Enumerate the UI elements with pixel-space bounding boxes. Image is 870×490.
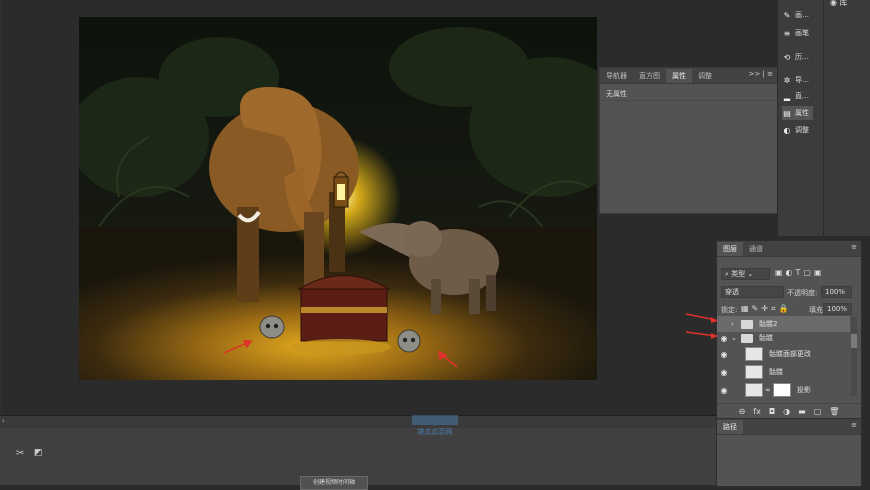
layer-row-skull-group[interactable]: ◉ ⌄ 骷髅: [717, 330, 850, 346]
panel-menu-icon[interactable]: ≡: [851, 421, 857, 429]
left-edge: [0, 0, 2, 415]
lock-icons[interactable]: ▦✎✛⌗🔒: [741, 304, 791, 314]
tab-paths[interactable]: 路径: [717, 420, 743, 434]
tab-histogram[interactable]: 直方图: [633, 69, 666, 83]
opacity-label: 不透明度:: [787, 289, 818, 297]
layers-footer: ⊖ fx ◘ ◑ ▬ ▢ 🗑: [717, 403, 861, 419]
libraries-label: 库: [839, 0, 848, 7]
filter-icons[interactable]: ▣◐T▢▣: [775, 268, 825, 277]
layer-name: 投影: [796, 386, 811, 394]
dock-item-properties[interactable]: ▤ 属性: [782, 106, 813, 120]
layer-row-shadow[interactable]: ◉ ∞ 投影: [717, 382, 850, 398]
layers-tabbar: 图层 通道 ≡: [717, 241, 861, 257]
watermark: 铁瓜瓜百网: [408, 413, 462, 439]
brush-settings-icon: ≡: [783, 28, 791, 38]
timeline-header: ›: [0, 415, 716, 428]
tab-channels[interactable]: 通道: [743, 242, 769, 256]
link-icon: ∞: [765, 386, 771, 394]
transition-icon[interactable]: ◩: [34, 448, 43, 458]
tab-properties[interactable]: 属性: [666, 69, 692, 83]
paths-panel: 路径 ≡: [716, 418, 862, 487]
watermark-text: 铁瓜瓜百网: [417, 428, 453, 436]
dock-item-history[interactable]: ⟲ 历…: [782, 50, 809, 64]
blend-mode-value: 穿透: [725, 288, 739, 296]
layer-filter-value: 类型: [731, 270, 746, 278]
layer-annotation-arrows: [685, 313, 718, 339]
layer-mask-thumbnail: [772, 383, 791, 397]
paths-tabbar: 路径 ≡: [717, 419, 861, 435]
panel-menu-icon[interactable]: ≡: [851, 243, 857, 251]
dock-item-label: 画笔: [795, 29, 809, 37]
layer-name: 骷髅面部更改: [769, 350, 811, 358]
no-properties-label: 无属性: [606, 90, 627, 98]
histogram-icon: ▂: [783, 91, 791, 101]
lantern: [333, 171, 349, 208]
layers-scrollbar[interactable]: [851, 316, 857, 396]
dock-item-label: 调整: [795, 126, 809, 134]
dock-item-brush[interactable]: ✎ 画…: [782, 8, 809, 22]
brush-icon: ✎: [783, 10, 791, 20]
properties-content: [601, 100, 776, 211]
layer-row-skull-face[interactable]: ◉ 骷髅面部更改: [717, 346, 850, 362]
dock-item-histogram[interactable]: ▂ 直…: [782, 89, 809, 103]
eye-icon[interactable]: ◉: [717, 386, 731, 395]
dock-item-navigator[interactable]: ✲ 导…: [782, 73, 809, 87]
create-video-timeline-button[interactable]: 创建视频时间轴: [300, 476, 368, 490]
navigator-icon: ✲: [783, 75, 791, 85]
timeline-menu-icon[interactable]: ›: [2, 417, 5, 425]
layers-panel: 图层 通道 ≡ ⌕ 类型 ⌄ ▣◐T▢▣ 穿透 不透明度: 100% 锁定: ▦…: [716, 240, 862, 420]
new-layer-icon[interactable]: ▢: [814, 407, 822, 416]
expand-arrow-icon[interactable]: ›: [731, 320, 739, 328]
folder-icon: [741, 319, 753, 329]
layer-thumbnail: [745, 347, 763, 361]
libraries-button[interactable]: ◉ 库: [830, 0, 848, 8]
dock-item-label: 导…: [795, 76, 809, 84]
folder-icon: [741, 333, 753, 343]
treasure-chest: [291, 275, 391, 355]
layer-name: 骷髅2: [759, 320, 778, 328]
link-layers-icon[interactable]: ⊖: [739, 407, 746, 416]
adjustment-layer-icon[interactable]: ◑: [783, 407, 790, 416]
layer-name: 骷髅: [759, 334, 773, 342]
new-group-icon[interactable]: ▬: [798, 407, 806, 416]
libraries-icon: ◉: [830, 0, 837, 7]
layer-thumbnail: [745, 365, 763, 379]
trash-icon[interactable]: 🗑: [829, 407, 839, 416]
properties-tabbar: 导航器 直方图 属性 调整 >> | ≡: [600, 68, 777, 84]
panel-dock-right: [823, 0, 870, 236]
layer-thumbnail: [745, 383, 763, 397]
layer-filter-select[interactable]: ⌕ 类型 ⌄: [721, 268, 770, 280]
dock-item-label: 历…: [795, 53, 809, 61]
dock-item-label: 属性: [795, 109, 809, 117]
eye-icon[interactable]: ◉: [717, 350, 731, 359]
dock-item-label: 直…: [795, 92, 809, 100]
history-icon: ⟲: [783, 52, 791, 62]
layer-name: 骷髅: [769, 368, 783, 376]
fx-icon[interactable]: fx: [753, 407, 761, 416]
tab-navigator[interactable]: 导航器: [600, 69, 633, 83]
layer-row-skull[interactable]: ◉ 骷髅: [717, 364, 850, 380]
watermark-logo: [412, 415, 458, 425]
canvas-artwork: [79, 17, 597, 380]
dock-item-adjustments[interactable]: ◐ 调整: [782, 123, 810, 137]
blend-mode-select[interactable]: 穿透: [721, 286, 784, 298]
properties-panel: 导航器 直方图 属性 调整 >> | ≡ 无属性: [599, 67, 778, 214]
eye-icon[interactable]: ◉: [717, 368, 731, 377]
properties-icon: ▤: [783, 108, 791, 118]
tab-layers[interactable]: 图层: [717, 242, 743, 256]
adjustments-icon: ◐: [783, 125, 791, 135]
add-mask-icon[interactable]: ◘: [769, 407, 775, 416]
fill-input[interactable]: 100%: [823, 303, 852, 315]
panel-dock: ✎ 画… ≡ 画笔 ⟲ 历… ✲ 导… ▂ 直… ▤ 属性 ◐ 调整: [777, 0, 824, 236]
expand-arrow-icon[interactable]: ⌄: [731, 334, 739, 342]
opacity-input[interactable]: 100%: [821, 286, 852, 298]
panel-collapse-menu[interactable]: >> | ≡: [749, 70, 773, 78]
tab-adjustments[interactable]: 调整: [692, 69, 718, 83]
dock-item-label: 画…: [795, 11, 809, 19]
dock-item-brush-settings[interactable]: ≡ 画笔: [782, 26, 809, 40]
scissors-icon[interactable]: ✂: [16, 448, 24, 459]
document-canvas[interactable]: [79, 17, 597, 380]
